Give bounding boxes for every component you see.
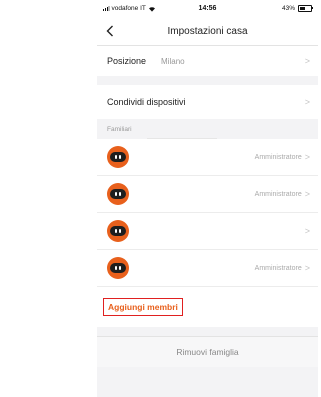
phone-screen: vodafone IT 14:56 43% Impostazioni casa … xyxy=(97,0,318,397)
chevron-right-icon: > xyxy=(304,226,310,236)
location-row[interactable]: Posizione Milano > xyxy=(97,46,318,76)
avatar-icon xyxy=(107,146,129,168)
chevron-left-icon xyxy=(106,25,113,37)
location-label: Posizione xyxy=(107,56,147,66)
chevron-right-icon: > xyxy=(304,263,310,273)
nav-bar: Impostazioni casa xyxy=(97,17,318,46)
divider xyxy=(147,138,217,139)
member-row[interactable]: Amministratore > xyxy=(97,250,318,287)
page-title: Impostazioni casa xyxy=(167,25,248,37)
chevron-right-icon: > xyxy=(304,152,310,162)
member-row[interactable]: Amministratore > xyxy=(97,138,318,176)
share-devices-row[interactable]: Condividi dispositivi > xyxy=(97,85,318,119)
chevron-right-icon: > xyxy=(304,189,310,199)
member-row[interactable]: Amministratore > xyxy=(97,176,318,213)
back-button[interactable] xyxy=(103,23,117,39)
member-role: Amministratore xyxy=(254,190,302,198)
member-role: Amministratore xyxy=(254,264,302,272)
status-bar: vodafone IT 14:56 43% xyxy=(97,0,318,17)
avatar-icon xyxy=(107,183,129,205)
member-row[interactable]: > xyxy=(97,213,318,250)
avatar-icon xyxy=(107,220,129,242)
chevron-right-icon: > xyxy=(304,56,310,66)
battery-icon xyxy=(298,5,313,12)
avatar-icon xyxy=(107,257,129,279)
status-time: 14:56 xyxy=(198,5,217,12)
chevron-right-icon: > xyxy=(304,97,310,107)
member-role: Amministratore xyxy=(254,153,302,161)
remove-family-button[interactable]: Rimuovi famiglia xyxy=(97,336,318,367)
members-section-header: Familiari xyxy=(107,125,132,133)
add-members-row: Aggiungi membri xyxy=(97,287,318,327)
add-members-button[interactable]: Aggiungi membri xyxy=(103,297,183,317)
share-devices-label: Condividi dispositivi xyxy=(107,97,186,107)
location-value: Milano xyxy=(161,56,185,66)
